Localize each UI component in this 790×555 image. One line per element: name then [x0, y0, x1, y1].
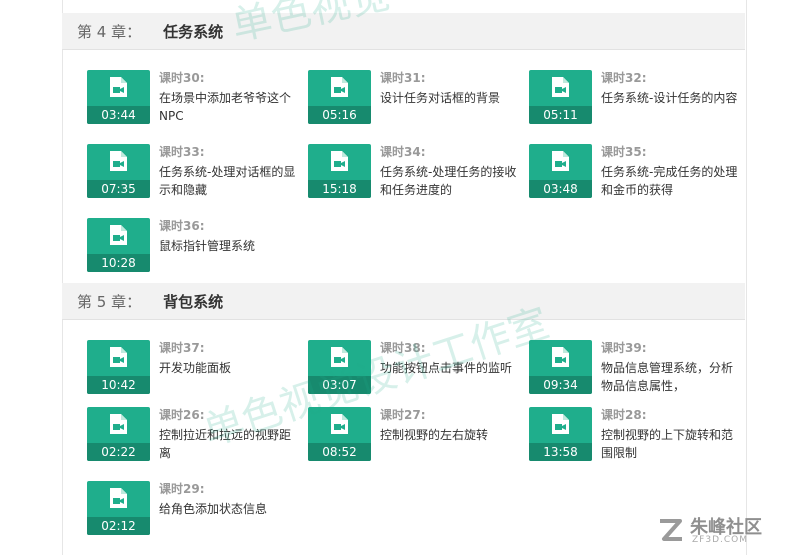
lesson-item[interactable]: 09:34 课时39: 物品信息管理系统，分析物品信息属性，: [529, 340, 739, 398]
lesson-item[interactable]: 03:44 课时30: 在场景中添加老爷爷这个NPC: [87, 70, 297, 128]
lesson-duration: 05:16: [308, 106, 371, 124]
lesson-thumbnail[interactable]: 15:18: [308, 144, 371, 198]
lesson-item[interactable]: 10:28 课时36: 鼠标指针管理系统: [87, 218, 297, 276]
lesson-number: 课时31:: [380, 71, 426, 85]
lesson-number: 课时39:: [601, 341, 647, 355]
lesson-duration: 10:42: [87, 376, 150, 394]
lesson-number: 课时37:: [159, 341, 205, 355]
brand-domain: ZF3D.COM: [692, 535, 748, 545]
lesson-duration: 10:28: [87, 254, 150, 272]
lesson-title-link[interactable]: 物品信息管理系统，分析物品信息属性，: [601, 359, 741, 395]
video-file-icon: [110, 347, 127, 367]
brand-logo-icon: [660, 519, 682, 541]
lesson-number: 课时34:: [380, 145, 426, 159]
lesson-duration: 03:44: [87, 106, 150, 124]
lesson-item[interactable]: 03:48 课时35: 任务系统-完成任务的处理和金币的获得: [529, 144, 739, 202]
lesson-title-link[interactable]: 给角色添加状态信息: [159, 500, 299, 518]
lesson-thumbnail[interactable]: 13:58: [529, 407, 592, 461]
lesson-item[interactable]: 15:18 课时34: 任务系统-处理任务的接收和任务进度的: [308, 144, 518, 202]
lesson-duration: 05:11: [529, 106, 592, 124]
lesson-item[interactable]: 07:35 课时33: 任务系统-处理对话框的显示和隐藏: [87, 144, 297, 202]
lesson-thumbnail[interactable]: 02:12: [87, 481, 150, 535]
video-file-icon: [110, 225, 127, 245]
lesson-number: 课时35:: [601, 145, 647, 159]
chapter-header-4: 第 4 章： 任务系统: [62, 13, 745, 50]
lesson-duration: 02:12: [87, 517, 150, 535]
lesson-title-link[interactable]: 控制视野的上下旋转和范围限制: [601, 426, 741, 462]
lesson-thumbnail[interactable]: 10:28: [87, 218, 150, 272]
lesson-number: 课时28:: [601, 408, 647, 422]
lesson-duration: 08:52: [308, 443, 371, 461]
lesson-thumbnail[interactable]: 07:35: [87, 144, 150, 198]
lesson-title-link[interactable]: 控制视野的左右旋转: [380, 426, 520, 444]
lesson-title-link[interactable]: 设计任务对话框的背景: [380, 89, 520, 107]
brand-logo: 朱峰社区 ZF3D.COM: [650, 511, 780, 549]
video-file-icon: [331, 151, 348, 171]
lesson-number: 课时33:: [159, 145, 205, 159]
lesson-thumbnail[interactable]: 05:11: [529, 70, 592, 124]
lesson-number: 课时36:: [159, 219, 205, 233]
lesson-thumbnail[interactable]: 02:22: [87, 407, 150, 461]
lesson-thumbnail[interactable]: 05:16: [308, 70, 371, 124]
video-file-icon: [552, 77, 569, 97]
lesson-title-link[interactable]: 在场景中添加老爷爷这个NPC: [159, 89, 299, 125]
lesson-title-link[interactable]: 鼠标指针管理系统: [159, 237, 299, 255]
lesson-number: 课时29:: [159, 482, 205, 496]
lesson-thumbnail[interactable]: 03:44: [87, 70, 150, 124]
video-file-icon: [110, 414, 127, 434]
lesson-thumbnail[interactable]: 10:42: [87, 340, 150, 394]
chapter-number: 第 5 章：: [77, 292, 142, 311]
video-file-icon: [552, 414, 569, 434]
video-file-icon: [110, 488, 127, 508]
lesson-item[interactable]: 05:16 课时31: 设计任务对话框的背景: [308, 70, 518, 128]
lesson-duration: 07:35: [87, 180, 150, 198]
lesson-thumbnail[interactable]: 03:48: [529, 144, 592, 198]
lesson-duration: 03:48: [529, 180, 592, 198]
chapter-title: 背包系统: [163, 292, 224, 311]
video-file-icon: [331, 77, 348, 97]
video-file-icon: [110, 77, 127, 97]
video-file-icon: [552, 151, 569, 171]
lesson-title-link[interactable]: 任务系统-完成任务的处理和金币的获得: [601, 163, 741, 199]
chapter-title: 任务系统: [163, 22, 224, 41]
lesson-number: 课时30:: [159, 71, 205, 85]
lesson-duration: 02:22: [87, 443, 150, 461]
lesson-item[interactable]: 05:11 课时32: 任务系统-设计任务的内容: [529, 70, 739, 128]
lesson-duration: 09:34: [529, 376, 592, 394]
lesson-item[interactable]: 13:58 课时28: 控制视野的上下旋转和范围限制: [529, 407, 739, 465]
video-file-icon: [110, 151, 127, 171]
lesson-duration: 15:18: [308, 180, 371, 198]
lesson-title-link[interactable]: 任务系统-处理任务的接收和任务进度的: [380, 163, 520, 199]
chapter-header-5: 第 5 章： 背包系统: [62, 283, 745, 320]
lesson-item[interactable]: 02:12 课时29: 给角色添加状态信息: [87, 481, 297, 539]
lesson-duration: 13:58: [529, 443, 592, 461]
video-file-icon: [552, 347, 569, 367]
lesson-title-link[interactable]: 任务系统-处理对话框的显示和隐藏: [159, 163, 299, 199]
chapter-number: 第 4 章：: [77, 22, 142, 41]
lesson-number: 课时32:: [601, 71, 647, 85]
lesson-number: 课时27:: [380, 408, 426, 422]
lesson-title-link[interactable]: 任务系统-设计任务的内容: [601, 89, 741, 107]
